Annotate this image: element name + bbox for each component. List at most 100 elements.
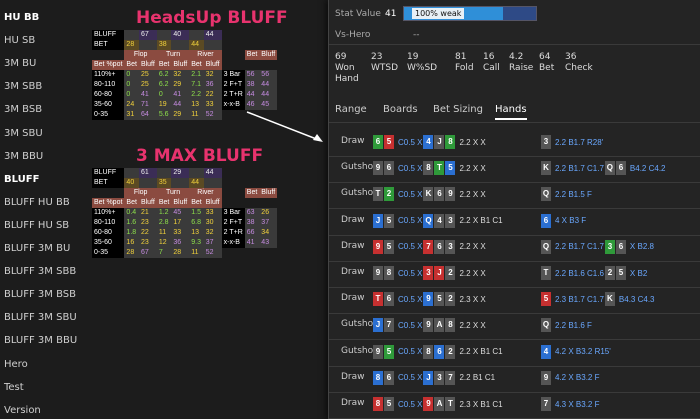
sidebar-item-bluff-hu-bb[interactable]: BLUFF HU BB [4, 197, 70, 208]
sidebar-item-bluff-3m-bbu[interactable]: BLUFF 3M BBU [4, 335, 77, 346]
sidebar-item-version[interactable]: Version [4, 405, 41, 416]
side-cell: 46 [244, 100, 260, 110]
bluff-cell: 61 [138, 168, 157, 178]
stat-cell: 0 [124, 90, 139, 100]
playing-card: 9 [373, 266, 383, 280]
stat-cell: 67 [138, 248, 157, 258]
side-cell: 41 [244, 238, 260, 248]
hand-row[interactable]: Draw T 6 C0.5 X 9 5 2 2.3 X X 5 2.3 B1.7 C1.7 K B4.… [329, 289, 700, 315]
playing-card: 9 [541, 370, 551, 385]
hand-row[interactable]: Draw 6 5 C0.5 X 4 J 8 2.2 X X 3 2.2 B1.7 R28' [329, 132, 700, 157]
sidebar-item-bluff-3m-sbu[interactable]: BLUFF 3M SBU [4, 312, 77, 323]
bet-cell: 38 [156, 40, 172, 50]
sidebar-item-3m-bu[interactable]: 3M BU [4, 58, 36, 69]
hand-row[interactable]: Draw 8 5 C0.5 X 9 A T 2.3 X B1 C1 7 4.3 X B3.2 F [329, 394, 700, 419]
stat-cell: 29 [171, 80, 190, 90]
stat-cell: 30 [203, 218, 222, 228]
sidebar-item-hero[interactable]: Hero [4, 359, 28, 370]
stat-cell: 11 [189, 110, 204, 120]
sidebar-item-bluff-3m-sbb[interactable]: BLUFF 3M SBB [4, 266, 76, 277]
row-divider [329, 391, 700, 393]
hand-row[interactable]: Draw 9 8 C0.5 X 3 J 2 2.2 X X T 2.2 B1.6 C1.6 2 5 X … [329, 263, 700, 288]
table-cell [259, 198, 278, 208]
bet-cell [138, 40, 157, 50]
sidebar-item-hu-bb[interactable]: HU BB [4, 12, 39, 23]
sidebar-item-bluff[interactable]: BLUFF [4, 174, 39, 185]
sidebar-item-3m-sbu[interactable]: 3M SBU [4, 128, 43, 139]
action-text: C0.5 X [398, 373, 423, 383]
street-header: River [189, 188, 222, 198]
hand-later-streets: 4 4.2 X B3.2 R15' [541, 344, 611, 359]
playing-card: 6 [434, 344, 445, 359]
bluff-cell: BLUFF [92, 30, 125, 40]
hand-later-streets: T 2.2 B1.6 C1.6 2 5 X B2 [541, 266, 647, 280]
sidebar-item-bluff-hu-sb[interactable]: BLUFF HU SB [4, 220, 69, 231]
stat-cell: 0 [156, 90, 172, 100]
stat-raise: 4.2 Raise [509, 52, 537, 74]
stat-fold: 81 Fold [455, 52, 483, 74]
sidebar: HU BB HU SB 3M BU 3M SBB 3M BSB 3M SBU 3M BBU B… [0, 0, 88, 419]
hand-row[interactable]: Gutshot T 2 C0.5 X K 6 9 2.2 X X Q 2.2 B1.5 F [329, 184, 700, 210]
hand-row[interactable]: Gutshot 9 5 C0.5 X 8 6 2 2.2 X B1 C1 4 4.2 X B3.2… [329, 342, 700, 367]
playing-card: J [423, 370, 434, 385]
stat-cell: 13 [189, 228, 204, 238]
side-cell: 44 [244, 90, 260, 100]
column-header: Bluff [138, 198, 157, 208]
playing-card: 6 [615, 239, 626, 254]
playing-card: 8 [445, 318, 456, 333]
stat-cell: 36 [171, 238, 190, 248]
hand-later-streets: Q 2.2 B1.5 F [541, 187, 592, 202]
column-header: Bluff [171, 198, 190, 208]
hand-row[interactable]: Draw 8 6 C0.5 X J 3 7 2.2 B1 C1 9 4.2 X B3.2 F [329, 368, 700, 393]
playing-card: 7 [384, 318, 394, 333]
action-text: C0.5 X [398, 347, 423, 357]
playing-card: Q [604, 161, 615, 176]
sidebar-item-3m-bbu[interactable]: 3M BBU [4, 151, 43, 162]
side-cell: 45 [259, 100, 278, 110]
column-header: Bet %pot [92, 198, 125, 208]
playing-card: J [373, 318, 383, 333]
playing-card: 5 [434, 292, 445, 307]
sidebar-item-test[interactable]: Test [4, 382, 24, 393]
playing-card: 9 [423, 397, 434, 411]
tab-range[interactable]: Range [335, 104, 367, 115]
table-cell [221, 50, 245, 60]
side-cell: 38 [244, 80, 260, 90]
stat-number: 19 [407, 52, 419, 62]
table-cell [259, 60, 278, 70]
hand-row[interactable]: Gutshot 9 6 C0.5 X 8 T 5 2.2 X X K 2.2 B1.7 C1.7 Q… [329, 158, 700, 184]
stat-cell: 36 [203, 80, 222, 90]
sidebar-item-bluff-3m-bsb[interactable]: BLUFF 3M BSB [4, 289, 76, 300]
hand-row[interactable]: Gutshot J 7 C0.5 X 9 A 8 2.2 X X Q 2.2 B1.6 F [329, 315, 700, 341]
bet-cell [138, 178, 157, 188]
sidebar-item-3m-sbb[interactable]: 3M SBB [4, 81, 42, 92]
hand-category: Gutshot [341, 188, 377, 199]
stat-cell: 11 [189, 248, 204, 258]
hand-row[interactable]: Draw J 5 C0.5 X Q 4 3 2.2 X B1 C1 6 4 X B3 F [329, 211, 700, 236]
playing-card: T [445, 397, 456, 411]
tab-hands[interactable]: Hands [495, 104, 527, 120]
bet-cell: 44 [189, 40, 204, 50]
side-label: x-x-B [221, 238, 245, 248]
action-text: 2.2 B1.6 C1.6 [555, 268, 604, 278]
hand-category: Draw [341, 371, 365, 382]
playing-card: 4 [434, 213, 445, 228]
sidebar-item-3m-bsb[interactable]: 3M BSB [4, 104, 42, 115]
tab-bet-sizing[interactable]: Bet Sizing [433, 104, 483, 115]
sidebar-item-bluff-3m-bu[interactable]: BLUFF 3M BU [4, 243, 70, 254]
bluff-cell [124, 30, 139, 40]
playing-card: 4 [423, 135, 434, 149]
playing-card: Q [541, 187, 551, 202]
bluff-cell [156, 30, 172, 40]
stat-cell: 28 [124, 248, 139, 258]
tab-boards[interactable]: Boards [383, 104, 418, 115]
action-text: 2.2 X X [459, 163, 486, 173]
hand-row[interactable]: Draw 9 5 C0.5 X 7 6 3 2.2 X X Q 2.2 B1.7 C1.7 3 6 X … [329, 237, 700, 262]
row-divider [329, 208, 700, 210]
action-text: X B2 [629, 268, 648, 278]
stat-cell: 32 [203, 70, 222, 80]
stats-popup: Stat Value 41 100% weak Vs-Hero -- 69 Won… [328, 0, 700, 419]
action-text: 2.2 X X [459, 189, 486, 199]
bluff-cell [189, 30, 204, 40]
sidebar-item-hu-sb[interactable]: HU SB [4, 35, 35, 46]
